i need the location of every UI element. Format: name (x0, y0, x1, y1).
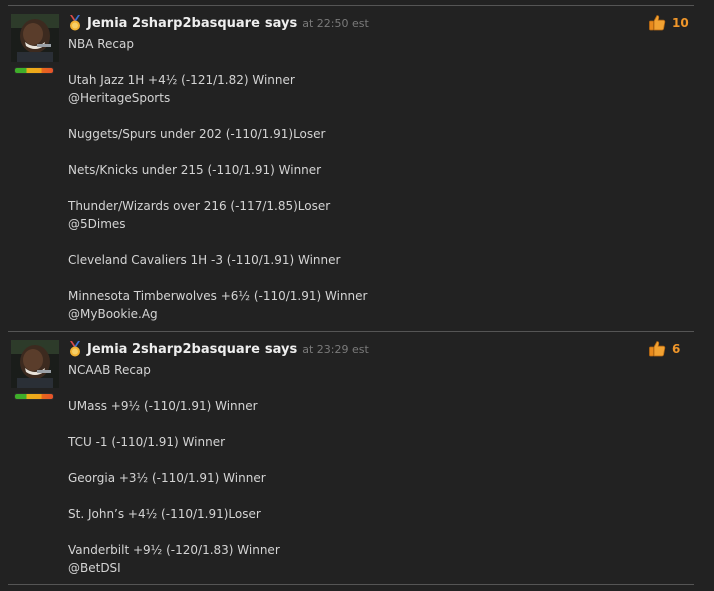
post-line: NBA Recap (68, 37, 134, 51)
post-line: Cleveland Cavaliers 1H -3 (-110/1.91) Wi… (68, 253, 341, 267)
post-line: NCAAB Recap (68, 363, 151, 377)
medal-icon (68, 341, 82, 357)
post-line-blank (68, 143, 367, 161)
medal-icon (68, 15, 82, 31)
says-text: says (264, 15, 298, 31)
post-divider-bottom (8, 584, 694, 585)
post-line: St. John’s +4½ (-110/1.91)Loser (68, 507, 261, 521)
post-line: Utah Jazz 1H +4½ (-121/1.82) Winner (68, 73, 295, 87)
post-line-blank (68, 53, 367, 71)
post-line-blank (68, 107, 367, 125)
username-link[interactable]: Jemia 2sharp2basquare (87, 16, 260, 31)
post-line: @5Dimes (68, 217, 126, 231)
avatar[interactable] (11, 14, 59, 62)
post-content: NCAAB Recap UMass +9½ (-110/1.91) Winner… (68, 361, 280, 577)
says-text: says (264, 341, 298, 357)
like-button[interactable]: 6 (648, 340, 680, 358)
post-header: Jemia 2sharp2basquare says at 23:29 est (68, 340, 369, 358)
post-line-blank (68, 179, 367, 197)
post-line: Nets/Knicks under 215 (-110/1.91) Winner (68, 163, 322, 177)
post-line-blank (68, 487, 280, 505)
post-line: Vanderbilt +9½ (-120/1.83) Winner (68, 543, 280, 557)
post-line: @MyBookie.Ag (68, 307, 158, 321)
post-line: Thunder/Wizards over 216 (-117/1.85)Lose… (68, 199, 331, 213)
thumbs-up-icon (648, 14, 666, 32)
post-line: @BetDSI (68, 561, 121, 575)
like-button[interactable]: 10 (648, 14, 689, 32)
avatar[interactable] (11, 340, 59, 388)
reputation-bar (15, 394, 53, 399)
post-line: Georgia +3½ (-110/1.91) Winner (68, 471, 266, 485)
post-divider-top (8, 5, 694, 6)
like-count: 10 (672, 16, 689, 30)
post-line: @HeritageSports (68, 91, 171, 105)
post-line: Nuggets/Spurs under 202 (-110/1.91)Loser (68, 127, 326, 141)
post-timestamp: at 22:50 est (302, 16, 369, 30)
thumbs-up-icon (648, 340, 666, 358)
post-content: NBA Recap Utah Jazz 1H +4½ (-121/1.82) W… (68, 35, 367, 323)
post-line: UMass +9½ (-110/1.91) Winner (68, 399, 258, 413)
username-link[interactable]: Jemia 2sharp2basquare (87, 342, 260, 357)
post-divider-middle (8, 331, 694, 332)
post-line: TCU -1 (-110/1.91) Winner (68, 435, 226, 449)
post-line-blank (68, 233, 367, 251)
post-line-blank (68, 415, 280, 433)
like-count: 6 (672, 342, 681, 356)
post-line-blank (68, 451, 280, 469)
post-line-blank (68, 269, 367, 287)
post-line-blank (68, 379, 280, 397)
post-timestamp: at 23:29 est (302, 342, 369, 356)
post-line-blank (68, 523, 280, 541)
post-line: Minnesota Timberwolves +6½ (-110/1.91) W… (68, 289, 368, 303)
reputation-bar (15, 68, 53, 73)
post-header: Jemia 2sharp2basquare says at 22:50 est (68, 14, 369, 32)
